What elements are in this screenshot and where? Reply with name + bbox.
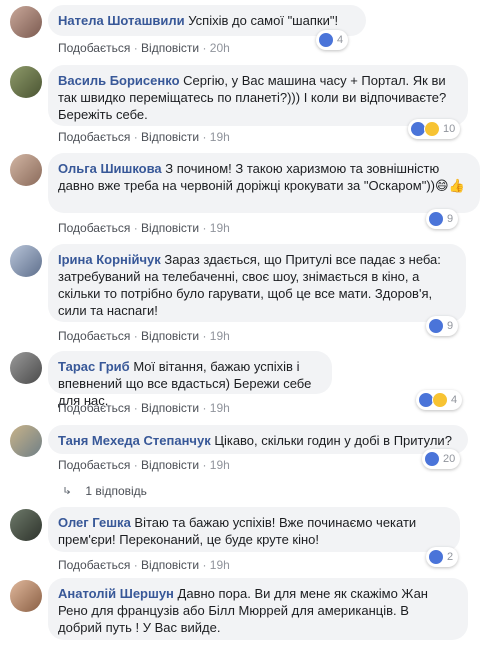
timestamp[interactable]: 19h [210, 130, 230, 144]
like-link[interactable]: Подобається [58, 401, 130, 415]
comment-bubble: Анатолій Шершун Давно пора. Ви для мене … [48, 578, 468, 640]
comment-actions: Подобається · Відповісти · 19h [58, 458, 230, 472]
separator: · [130, 41, 142, 55]
avatar[interactable] [10, 6, 42, 38]
comment-text: Успіхів до самої "шапки"! [188, 13, 339, 28]
like-icon [424, 451, 440, 467]
commenter-name[interactable]: Натела Шоташвили [58, 13, 185, 28]
separator: · [199, 221, 210, 235]
avatar[interactable] [10, 580, 42, 612]
comment-bubble: Тарас Гриб Мої вітання, бажаю успіхів і … [48, 351, 332, 408]
comment-bubble: Ольга Шишкова З почином! З такою харизмо… [48, 153, 480, 213]
timestamp[interactable]: 19h [210, 458, 230, 472]
separator: · [199, 130, 210, 144]
like-link[interactable]: Подобається [58, 329, 130, 343]
avatar[interactable] [10, 245, 42, 277]
timestamp[interactable]: 19h [210, 558, 230, 572]
reaction-summary[interactable]: 20 [422, 449, 461, 469]
comment-actions: Подобається · Відповісти · 20h [58, 41, 230, 55]
reply-link[interactable]: Відповісти [141, 329, 199, 343]
reaction-count: 10 [443, 123, 456, 135]
comment-actions: Подобається · Відповісти · 19h [58, 130, 230, 144]
reply-arrow-icon: ↳ [62, 485, 73, 497]
reaction-count: 20 [443, 453, 456, 465]
avatar[interactable] [10, 66, 42, 98]
reaction-count: 9 [447, 320, 454, 332]
comment-actions: Подобається · Відповісти · 19h [58, 558, 230, 572]
comment-text: Цікаво, скільки годин у добі в Притули? [214, 433, 452, 448]
comment-bubble: Олег Гешка Вітаю та бажаю успіхів! Вже п… [48, 507, 460, 552]
separator: · [130, 221, 142, 235]
separator: · [130, 329, 142, 343]
separator: · [130, 130, 142, 144]
reaction-count: 9 [447, 213, 454, 225]
reaction-summary[interactable]: 9 [426, 316, 459, 336]
commenter-name[interactable]: Ірина Корнійчук [58, 252, 161, 267]
comment-bubble: Василь Борисенко Сергію, у Вас машина ча… [48, 65, 468, 126]
comment-actions: Подобається · Відповісти · 19h [58, 401, 230, 415]
separator: · [199, 458, 210, 472]
avatar[interactable] [10, 154, 42, 186]
separator: · [199, 41, 210, 55]
reply-link[interactable]: Відповісти [141, 221, 199, 235]
separator: · [199, 401, 210, 415]
separator: · [130, 458, 142, 472]
reaction-summary[interactable]: 10 [408, 119, 461, 139]
avatar[interactable] [10, 352, 42, 384]
reply-link[interactable]: Відповісти [141, 458, 199, 472]
reaction-summary[interactable]: 9 [426, 209, 459, 229]
separator: · [130, 558, 142, 572]
like-icon [428, 318, 444, 334]
like-icon [428, 211, 444, 227]
commenter-name[interactable]: Таня Меxеда Степанчук [58, 433, 211, 448]
comment-bubble: Ірина Корнійчук Зараз здається, що Приту… [48, 244, 466, 322]
reply-link[interactable]: Відповісти [141, 401, 199, 415]
like-link[interactable]: Подобається [58, 221, 130, 235]
reaction-count: 4 [451, 394, 458, 406]
like-link[interactable]: Подобається [58, 41, 130, 55]
commenter-name[interactable]: Тарас Гриб [58, 359, 130, 374]
commenter-name[interactable]: Олег Гешка [58, 515, 131, 530]
timestamp[interactable]: 19h [210, 329, 230, 343]
like-icon [318, 32, 334, 48]
like-link[interactable]: Подобається [58, 458, 130, 472]
timestamp[interactable]: 19h [210, 221, 230, 235]
comment-actions: Подобається · Відповісти · 19h [58, 329, 230, 343]
avatar[interactable] [10, 509, 42, 541]
like-link[interactable]: Подобається [58, 130, 130, 144]
comment-actions: Подобається · Відповісти · 19h [58, 221, 230, 235]
reaction-summary[interactable]: 4 [316, 30, 349, 50]
reaction-count: 4 [337, 34, 344, 46]
commenter-name[interactable]: Анатолій Шершун [58, 586, 174, 601]
comment-bubble: Натела Шоташвили Успіхів до самої "шапки… [48, 5, 366, 36]
timestamp[interactable]: 20h [210, 41, 230, 55]
timestamp[interactable]: 19h [210, 401, 230, 415]
avatar[interactable] [10, 425, 42, 457]
reaction-count: 2 [447, 551, 454, 563]
reply-link[interactable]: Відповісти [141, 41, 199, 55]
comment-bubble: Таня Меxеда Степанчук Цікаво, скільки го… [48, 425, 468, 454]
reaction-summary[interactable]: 4 [416, 390, 463, 410]
like-link[interactable]: Подобається [58, 558, 130, 572]
commenter-name[interactable]: Ольга Шишкова [58, 161, 162, 176]
sad-icon [424, 121, 440, 137]
view-replies-label[interactable]: 1 відповідь [85, 484, 147, 498]
reply-link[interactable]: Відповісти [141, 130, 199, 144]
reaction-summary[interactable]: 2 [426, 547, 459, 567]
like-icon [428, 549, 444, 565]
wow-icon [432, 392, 448, 408]
separator: · [199, 558, 210, 572]
separator: · [199, 329, 210, 343]
separator: · [130, 401, 142, 415]
reply-link[interactable]: Відповісти [141, 558, 199, 572]
commenter-name[interactable]: Василь Борисенко [58, 73, 180, 88]
view-replies[interactable]: ↳ 1 відповідь [62, 484, 147, 498]
